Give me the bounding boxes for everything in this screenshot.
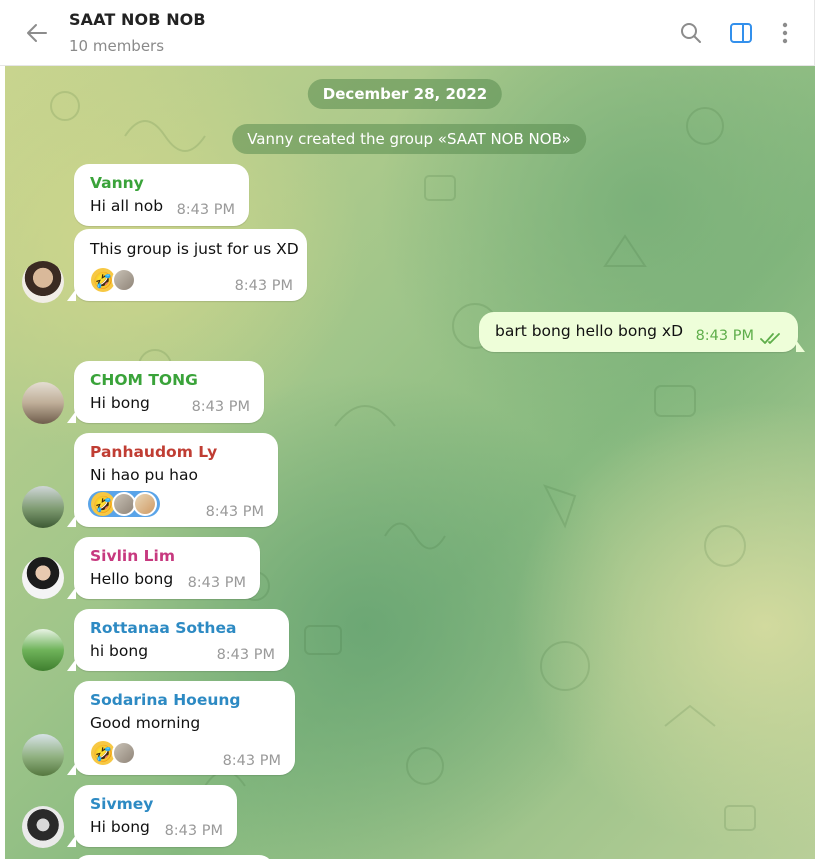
avatar[interactable] xyxy=(22,261,64,303)
sender-name[interactable]: Panhaudom Ly xyxy=(90,443,217,461)
chat-area[interactable]: December 28, 2022 Vanny created the grou… xyxy=(5,66,815,859)
message-text: Hi bong xyxy=(90,394,150,412)
avatar[interactable] xyxy=(22,557,64,599)
sidebar-toggle-icon[interactable] xyxy=(728,20,754,46)
message-bubble[interactable]: Panhaudom Ly Ni hao pu hao 🤣 8:43 PM xyxy=(67,433,278,527)
back-arrow-icon[interactable] xyxy=(24,20,50,46)
message-time: 8:43 PM xyxy=(176,202,235,218)
bubble-tail xyxy=(67,515,76,527)
sender-name[interactable]: Vanny xyxy=(90,174,144,192)
message-bubble[interactable]: This group is just for us XD 🤣 8:43 PM xyxy=(67,229,307,301)
search-icon[interactable] xyxy=(678,20,704,46)
bubble-tail xyxy=(67,835,76,847)
reactions[interactable]: 🤣 xyxy=(88,740,139,766)
service-message: Vanny created the group «SAAT NOB NOB» xyxy=(232,124,586,154)
message-time: 8:43 PM xyxy=(164,823,223,839)
message-text: Good morning xyxy=(90,714,201,732)
message-bubble[interactable]: Vanny Hi all nob 8:43 PM xyxy=(74,164,249,226)
reactor-avatar xyxy=(133,492,157,516)
message-text: Hi bong xyxy=(90,818,150,836)
reactions[interactable]: 🤣 xyxy=(88,267,139,293)
message-time: 8:43 PM xyxy=(191,399,250,415)
message-time: 8:43 PM xyxy=(205,504,264,520)
message-bubble[interactable]: CHOM TONG Hi bong 8:43 PM xyxy=(67,361,264,423)
avatar[interactable] xyxy=(22,486,64,528)
bubble-tail xyxy=(67,411,76,423)
message-bubble[interactable]: Sivlin Lim Hello bong 8:43 PM xyxy=(67,537,260,599)
sender-name[interactable]: Sivmey xyxy=(90,795,153,813)
date-separator: December 28, 2022 xyxy=(307,79,503,109)
member-count[interactable]: 10 members xyxy=(69,37,164,55)
message-time: 8:43 PM xyxy=(222,753,281,769)
bubble-tail xyxy=(67,289,76,301)
bubble-tail xyxy=(67,587,76,599)
sender-name[interactable]: Sodarina Hoeung xyxy=(90,691,241,709)
reactor-avatar xyxy=(112,741,136,765)
more-menu-icon[interactable] xyxy=(772,20,798,46)
message-time: 8:43 PM xyxy=(234,278,293,294)
message-bubble[interactable]: Sivmey Hi bong 8:43 PM xyxy=(67,785,237,847)
message-text: bart bong hello bong xD xyxy=(495,322,684,340)
bubble-tail xyxy=(67,659,76,671)
avatar[interactable] xyxy=(22,382,64,424)
message-text: Ni hao pu hao xyxy=(90,466,198,484)
avatar[interactable] xyxy=(22,629,64,671)
message-text: Hello bong xyxy=(90,570,174,588)
message-bubble[interactable]: Rottanaa Sothea hi bong 8:43 PM xyxy=(67,609,289,671)
sender-name[interactable]: CHOM TONG xyxy=(90,371,198,389)
message-time: 8:43 PM xyxy=(695,328,754,344)
read-checkmarks-icon xyxy=(760,333,780,344)
message-time: 8:43 PM xyxy=(187,575,246,591)
message-bubble[interactable]: Sodarina Hoeung Good morning 🤣 8:43 PM xyxy=(67,681,295,775)
chat-header: SAAT NOB NOB 10 members xyxy=(0,0,815,66)
outgoing-message-bubble[interactable]: bart bong hello bong xD 8:43 PM xyxy=(479,312,805,352)
message-time: 8:43 PM xyxy=(216,647,275,663)
message-text: Hi all nob xyxy=(90,197,164,215)
sender-name[interactable]: Rottanaa Sothea xyxy=(90,619,236,637)
message-bubble[interactable] xyxy=(74,855,274,859)
reactions[interactable]: 🤣 xyxy=(88,491,160,517)
reactor-avatar xyxy=(112,268,136,292)
sender-name[interactable]: Sivlin Lim xyxy=(90,547,175,565)
message-text: This group is just for us XD xyxy=(90,240,299,258)
avatar[interactable] xyxy=(22,806,64,848)
bubble-tail xyxy=(67,763,76,775)
message-text: hi bong xyxy=(90,642,149,660)
avatar[interactable] xyxy=(22,734,64,776)
bubble-tail xyxy=(796,340,805,352)
chat-title[interactable]: SAAT NOB NOB xyxy=(69,10,206,29)
